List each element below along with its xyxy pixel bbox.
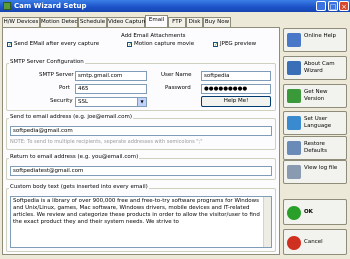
password-label: Password: [165, 85, 191, 91]
body-label: Custom body text (gets inserted into eve…: [9, 184, 149, 191]
port-label: Port: [59, 85, 70, 91]
help-icon: [287, 33, 301, 47]
security-select-value: SSL: [78, 99, 89, 105]
about-icon: [287, 61, 301, 75]
ok-button[interactable]: OK: [283, 199, 347, 225]
multiple-recipients-note: NOTE: To send to multiple recipients, se…: [10, 139, 203, 145]
return-to-label: Return to email address (e.g. you@email.…: [9, 154, 140, 161]
email-settings-panel: Add Email Attachments ✓ Send EMail after…: [2, 27, 280, 255]
cancel-label: Cancel: [304, 239, 323, 245]
set-language-button[interactable]: Set User Language: [283, 111, 347, 135]
return-to-input[interactable]: softpediatest@gmail.com: [10, 166, 272, 176]
get-new-version-button[interactable]: Get New Version: [283, 84, 347, 108]
chevron-down-icon: ▼: [137, 98, 146, 106]
smtp-server-input[interactable]: smtp.gmail.com: [75, 71, 147, 81]
new-version-icon: [287, 89, 301, 103]
cancel-button[interactable]: Cancel: [283, 229, 347, 255]
attachments-heading: Add Email Attachments: [121, 33, 186, 39]
language-icon: [287, 116, 301, 130]
send-to-input[interactable]: softpedia@gmail.com: [10, 126, 272, 136]
title-bar: Cam Wizard Setup _ □ ×: [0, 0, 350, 12]
jpeg-preview-label: JPEG preview: [220, 41, 257, 47]
port-input[interactable]: 465: [75, 84, 147, 94]
username-label: User Name: [161, 72, 192, 78]
restore-defaults-button[interactable]: Restore Defaults: [283, 136, 347, 160]
online-help-label: Online Help: [304, 33, 337, 39]
security-label: Security: [50, 98, 73, 104]
send-after-capture-checkbox[interactable]: ✓: [7, 42, 12, 48]
about-label: About Cam Wizard: [304, 61, 335, 74]
online-help-button[interactable]: Online Help: [283, 28, 347, 52]
ok-label: OK: [304, 209, 313, 215]
tab-ftp[interactable]: FTP: [168, 17, 186, 27]
cancel-icon: [287, 236, 301, 250]
security-select[interactable]: SSL ▼: [75, 97, 147, 107]
restore-icon: [287, 141, 301, 155]
about-button[interactable]: About Cam Wizard: [283, 56, 347, 80]
maximize-button[interactable]: □: [328, 1, 338, 11]
close-button[interactable]: ×: [339, 1, 349, 11]
minimize-button[interactable]: _: [316, 1, 326, 11]
get-new-version-label: Get New Version: [304, 89, 328, 102]
tab-hw-devices[interactable]: H/W Devices: [2, 17, 40, 27]
tab-email[interactable]: Email: [145, 15, 168, 27]
body-scrollbar[interactable]: [263, 197, 271, 247]
tab-motion-detect[interactable]: Motion Detect: [40, 17, 80, 27]
tab-schedule[interactable]: Schedule: [78, 17, 107, 27]
set-language-label: Set User Language: [304, 116, 332, 129]
tab-video-capture[interactable]: Video Capture: [107, 17, 147, 27]
motion-capture-movie-checkbox[interactable]: ✓: [127, 42, 132, 48]
smtp-server-label: SMTP Server: [39, 72, 74, 78]
view-log-button[interactable]: View log file: [283, 160, 347, 184]
help-me-button[interactable]: Help Me!: [201, 96, 271, 107]
view-log-label: View log file: [304, 165, 338, 171]
smtp-heading: SMTP Server Configuration: [9, 59, 85, 66]
send-after-capture-label: Send EMail after every capture: [14, 41, 100, 47]
app-icon: [3, 2, 11, 10]
body-textarea[interactable]: Softpedia is a library of over 900,000 f…: [10, 196, 272, 248]
window-title: Cam Wizard Setup: [14, 2, 87, 10]
log-file-icon: [287, 165, 301, 179]
tab-disk[interactable]: Disk: [186, 17, 203, 27]
jpeg-preview-checkbox[interactable]: ✓: [213, 42, 218, 48]
tab-buy-now[interactable]: Buy Now: [203, 17, 231, 27]
username-input[interactable]: softpedia: [201, 71, 271, 81]
restore-defaults-label: Restore Defaults: [304, 141, 327, 154]
motion-capture-movie-label: Motion capture movie: [134, 41, 195, 47]
body-text: Softpedia is a library of over 900,000 f…: [13, 198, 260, 225]
password-input[interactable]: ●●●●●●●●●: [201, 84, 271, 94]
send-to-label: Send to email address (e.g. joe@email.co…: [9, 114, 133, 121]
ok-icon: [287, 206, 301, 220]
